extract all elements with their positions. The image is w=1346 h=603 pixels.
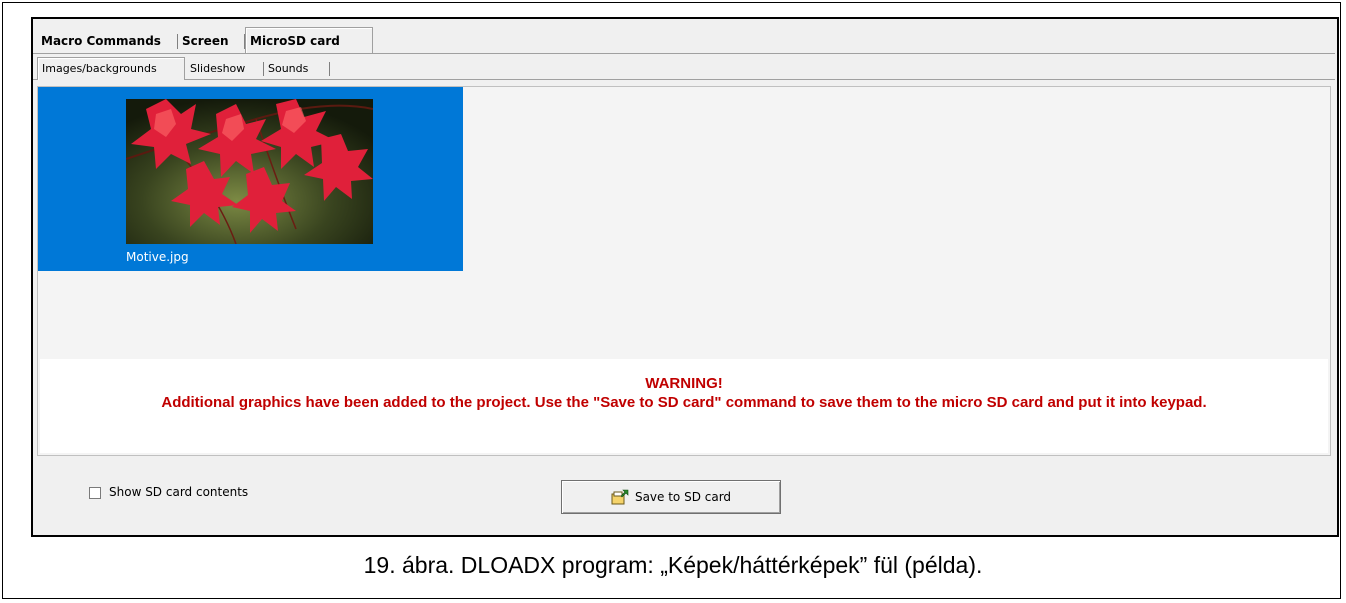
save-to-sd-label: Save to SD card (634, 490, 732, 504)
maple-leaves-thumbnail (126, 99, 373, 244)
warning-body: Additional graphics have been added to t… (161, 394, 1207, 411)
bottom-bar: Show SD card contents Save to SD card (33, 459, 1337, 535)
tab-microsd-card[interactable]: MicroSD card (245, 27, 373, 53)
tab-images-backgrounds[interactable]: Images/backgrounds (37, 57, 185, 80)
save-to-sd-button[interactable]: Save to SD card (561, 480, 781, 514)
tab-sounds[interactable]: Sounds (264, 59, 330, 79)
maple-leaves-image (126, 99, 373, 244)
image-tile-selected[interactable]: Motive.jpg (38, 87, 463, 271)
save-to-sd-icon (611, 489, 629, 505)
show-sd-contents-label: Show SD card contents (109, 485, 249, 499)
warning-title: WARNING! (645, 375, 723, 392)
tab-macro-commands[interactable]: Macro Commands (37, 29, 178, 53)
tab-slideshow[interactable]: Slideshow (186, 59, 264, 79)
warning-message: WARNING! Additional graphics have been a… (40, 359, 1328, 453)
tab-screen[interactable]: Screen (178, 29, 245, 53)
image-filename: Motive.jpg (126, 250, 189, 264)
show-sd-contents-checkbox[interactable] (89, 487, 101, 499)
figure-caption: 19. ábra. DLOADX program: „Képek/háttérk… (363, 552, 983, 578)
images-list-panel: Motive.jpg WARNING! Additional graphics … (37, 86, 1331, 456)
sub-tab-bar: Images/backgrounds Slideshow Sounds (33, 57, 1335, 80)
dloadx-window: Macro Commands Screen MicroSD card Image… (31, 17, 1339, 537)
main-tab-bar: Macro Commands Screen MicroSD card (33, 27, 1335, 54)
